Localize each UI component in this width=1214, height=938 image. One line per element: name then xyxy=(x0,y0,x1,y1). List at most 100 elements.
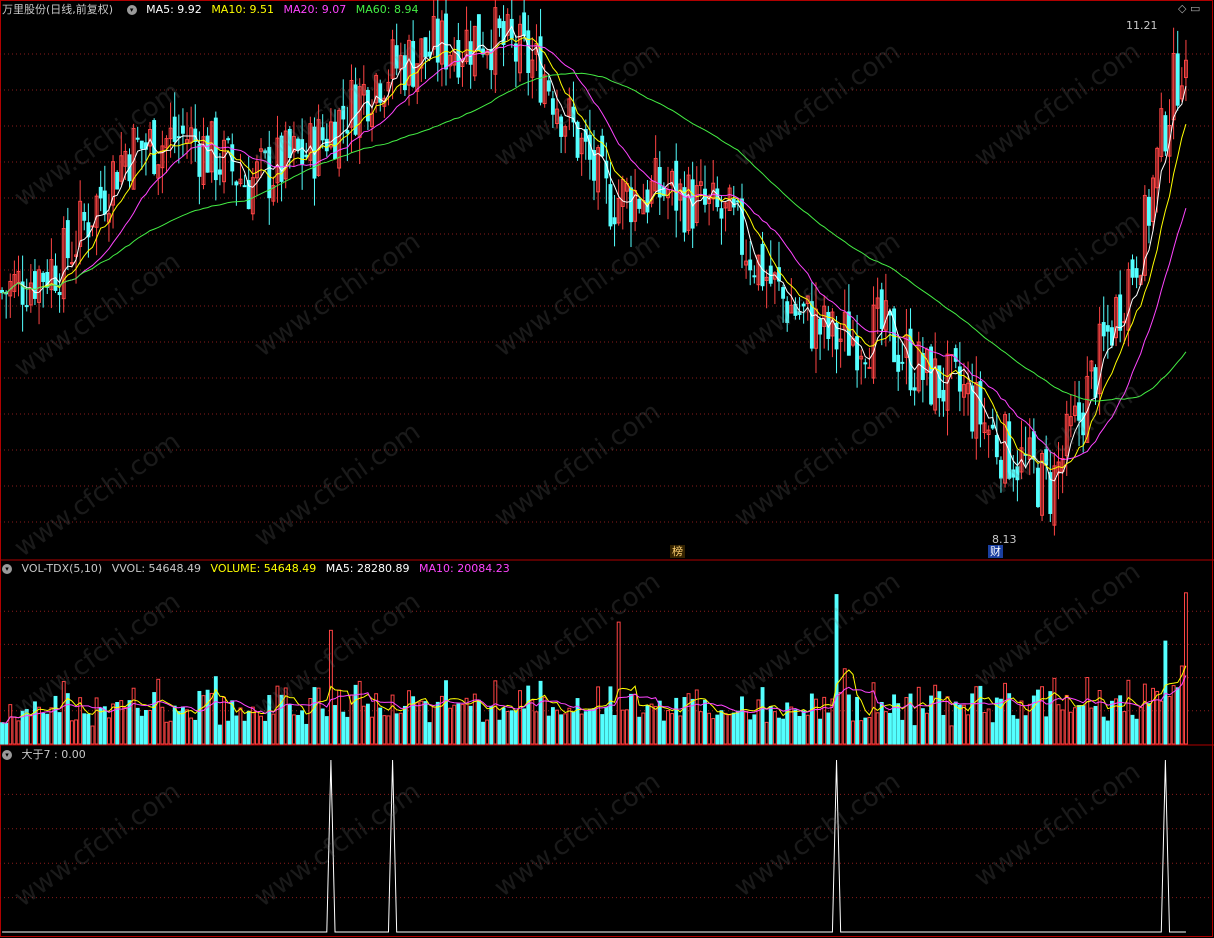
volume-bar xyxy=(185,709,189,745)
volume-bar xyxy=(324,716,329,745)
volume-bar xyxy=(4,722,9,745)
volume-bar xyxy=(990,722,995,745)
volume-bar xyxy=(797,715,802,745)
candle-body xyxy=(1044,449,1049,466)
tag-bang-badge[interactable]: 榜 xyxy=(670,545,685,558)
volume-bar xyxy=(912,725,917,745)
volume-bar xyxy=(407,690,411,745)
chevron-down-icon[interactable]: ▾ xyxy=(2,564,12,574)
volume-bar xyxy=(333,705,337,745)
volume-bar xyxy=(616,621,621,745)
candle-body xyxy=(1015,466,1020,481)
volume-bar xyxy=(16,720,21,745)
volume-bar xyxy=(1130,714,1135,745)
volume-bar xyxy=(230,700,235,745)
volume-bar xyxy=(259,715,263,745)
volume-bar xyxy=(649,703,654,745)
volume-bar xyxy=(398,712,403,745)
volume-bar xyxy=(444,680,448,745)
volume-bar xyxy=(698,711,703,745)
candle-body xyxy=(801,303,806,307)
volume-bar xyxy=(694,689,699,745)
volume-bar xyxy=(785,702,790,745)
volume-bar xyxy=(353,684,358,745)
volume-bar xyxy=(744,710,749,745)
ma10-label: MA10: 9.51 xyxy=(211,3,275,16)
volume-bar xyxy=(1044,716,1049,745)
volume-bar xyxy=(982,711,987,745)
chevron-down-icon[interactable]: ▾ xyxy=(126,5,137,15)
volume-bar xyxy=(953,701,958,745)
volume-bar xyxy=(1163,640,1168,745)
volume-bar xyxy=(608,686,613,745)
candle-body xyxy=(1105,325,1110,332)
candle-body xyxy=(41,272,46,282)
candle-body xyxy=(1011,469,1016,478)
volume-bar xyxy=(287,704,292,745)
volume-bar xyxy=(41,712,46,745)
volume-bar xyxy=(851,720,855,745)
volume-bar xyxy=(530,699,535,745)
volume-bar xyxy=(1147,703,1151,745)
volume-bar xyxy=(378,707,383,745)
volume-bar xyxy=(583,711,588,745)
volume-bar xyxy=(1048,691,1053,745)
ma60-line xyxy=(1,72,1187,402)
volume-bar xyxy=(933,684,938,745)
volume-bar xyxy=(12,716,17,745)
volume-bar xyxy=(1015,718,1020,745)
volume-bar xyxy=(464,697,469,745)
volume-bar xyxy=(427,722,432,745)
volume-bar xyxy=(735,710,740,745)
candle-body xyxy=(139,140,144,149)
volume-bar xyxy=(123,706,128,745)
candle-body xyxy=(226,138,231,141)
candle-body xyxy=(637,198,642,209)
candle-body xyxy=(242,185,247,188)
volume-bar xyxy=(592,708,596,745)
candle-body xyxy=(24,305,29,308)
volume-bar xyxy=(748,719,753,745)
volume-bar xyxy=(45,713,50,745)
volume-bar xyxy=(254,711,259,745)
volume-bar xyxy=(879,701,884,745)
corner-icons[interactable]: ◇ ▭ xyxy=(1178,2,1200,15)
volume-header: ▾ VOL-TDX(5,10) VVOL: 54648.49 VOLUME: 5… xyxy=(0,561,516,577)
volume-bar xyxy=(1142,683,1147,745)
candle-body xyxy=(863,362,868,365)
volume-bar xyxy=(575,698,580,745)
volume-bar xyxy=(596,686,601,745)
volume-bar xyxy=(106,717,111,745)
volume-bar xyxy=(148,709,152,745)
candle-body xyxy=(82,211,87,221)
volume-bar xyxy=(156,678,161,745)
candle-body xyxy=(612,217,617,225)
volume-bar xyxy=(1060,709,1065,745)
candle-body xyxy=(320,127,325,141)
candle-body xyxy=(1163,115,1168,152)
volume-bar xyxy=(1036,689,1040,745)
volume-bar xyxy=(867,717,872,745)
volume-bar xyxy=(641,712,646,745)
candle-body xyxy=(608,184,613,227)
volume-bar xyxy=(1118,695,1123,745)
tag-cai-badge[interactable]: 财 xyxy=(988,545,1003,558)
candle-body xyxy=(300,139,305,165)
volume-bar xyxy=(1101,716,1106,745)
volume-bar xyxy=(0,722,4,745)
volume-bar xyxy=(94,697,99,745)
volume-bar xyxy=(201,695,206,745)
volume-bar xyxy=(838,691,843,745)
volume-bar xyxy=(86,713,91,745)
volume-bar xyxy=(160,706,165,745)
volume-bar xyxy=(489,706,494,745)
chevron-down-icon[interactable]: ▾ xyxy=(2,750,12,760)
candle-body xyxy=(896,354,901,372)
vol-ma10-label: MA10: 20084.23 xyxy=(419,562,510,575)
indicator-header: ▾ 大于7 : 0.00 xyxy=(0,747,92,763)
volume-bar xyxy=(8,704,13,745)
volume-bar xyxy=(925,712,929,745)
candle-body xyxy=(394,45,399,69)
volume-bar xyxy=(267,694,272,745)
volume-bar xyxy=(312,687,317,745)
